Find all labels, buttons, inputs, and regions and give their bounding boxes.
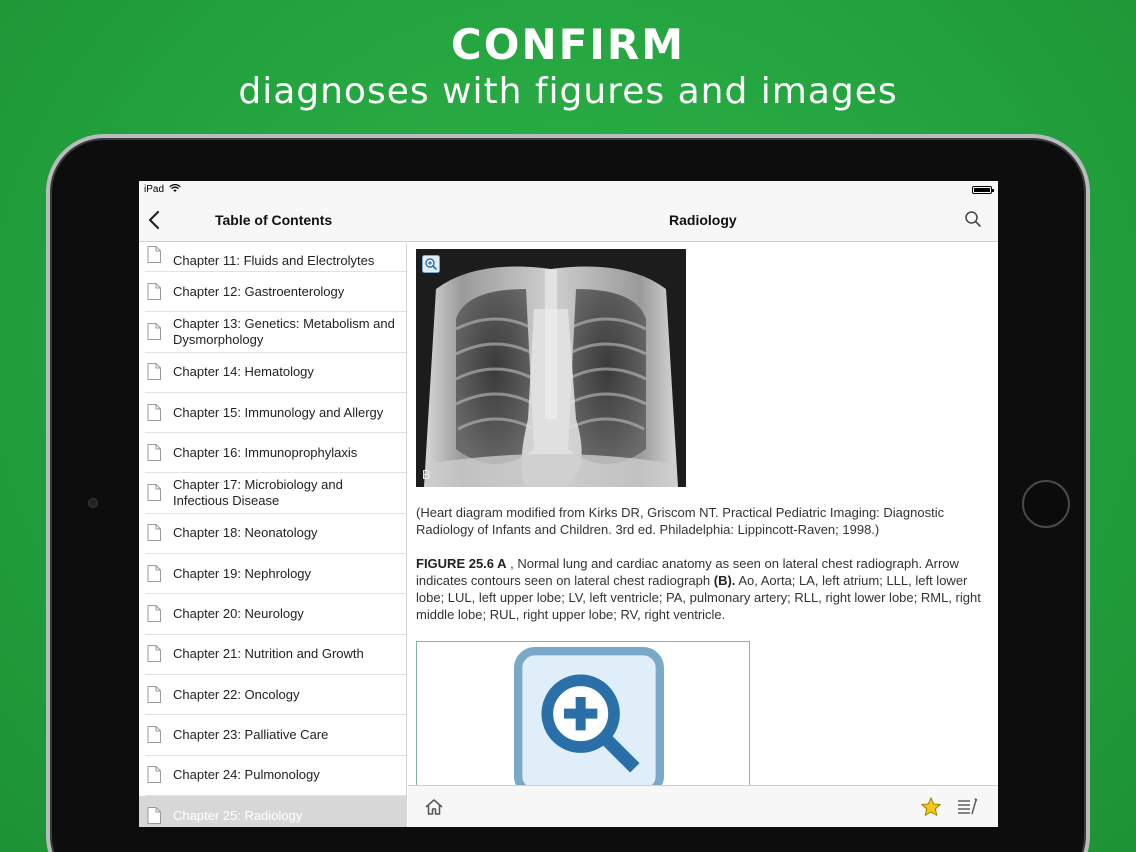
page-title: Radiology (669, 212, 737, 228)
toc-item[interactable]: Chapter 25: Radiology (139, 795, 406, 827)
figure-description: FIGURE 25.6 A , Normal lung and cardiac … (416, 555, 988, 623)
nav-bar: Table of Contents Radiology (139, 199, 998, 242)
home-icon[interactable] (424, 797, 444, 817)
toc-item[interactable]: Chapter 20: Neurology (145, 594, 406, 635)
toc-item[interactable]: Chapter 21: Nutrition and Growth (145, 635, 406, 675)
carrier-label: iPad (144, 184, 165, 195)
app-screen: iPad Table of Contents Radiology Chapter… (139, 181, 998, 827)
chevron-left-icon[interactable] (147, 208, 163, 232)
toc-item[interactable]: Chapter 14: Hematology (145, 353, 406, 393)
toc-item[interactable]: Chapter 19: Nephrology (145, 554, 406, 595)
document-icon (147, 322, 161, 340)
toc-item-label: Chapter 21: Nutrition and Growth (173, 646, 364, 662)
toc-item[interactable]: Chapter 17: Microbiology and Infectious … (145, 473, 406, 514)
document-icon (147, 645, 161, 663)
toc-item-label: Chapter 25: Radiology (173, 808, 303, 823)
document-icon (147, 605, 161, 623)
toc-item-label: Chapter 14: Hematology (173, 364, 314, 380)
figure-label: FIGURE 25.6 A (416, 556, 507, 571)
document-icon (147, 484, 161, 502)
toc-item-label: Chapter 22: Oncology (173, 686, 300, 702)
document-icon (147, 524, 161, 542)
toc-item[interactable]: Chapter 18: Neonatology (145, 514, 406, 555)
heart-diagram[interactable]: Ao PA RV LA LV (416, 641, 750, 785)
zoom-in-icon[interactable] (422, 255, 440, 273)
toc-item-label: Chapter 20: Neurology (173, 606, 304, 622)
toc-item[interactable]: Chapter 16: Immunoprophylaxis (145, 433, 406, 474)
battery-icon (972, 186, 994, 194)
toc-item[interactable]: Chapter 22: Oncology (145, 675, 406, 716)
list-icon[interactable] (956, 797, 978, 817)
home-hardware-button[interactable] (1022, 480, 1070, 528)
wifi-icon (169, 183, 181, 196)
document-icon (147, 807, 161, 824)
toc-item[interactable]: Chapter 15: Immunology and Allergy (145, 393, 406, 434)
toc-item[interactable]: Chapter 11: Fluids and Electrolytes (145, 243, 406, 272)
document-icon (147, 564, 161, 582)
document-icon (147, 443, 161, 461)
promo-subtitle: diagnoses with figures and images (238, 71, 898, 112)
toc-item-label: Chapter 15: Immunology and Allergy (173, 404, 384, 420)
toc-sidebar: Chapter 11: Fluids and Electrolytes Chapt… (139, 243, 407, 827)
toc-item-label: Chapter 19: Nephrology (173, 565, 312, 581)
toc-item-label: Chapter 23: Palliative Care (173, 726, 329, 742)
figure-caption: (Heart diagram modified from Kirks DR, G… (416, 505, 945, 537)
toc-item-label: Chapter 11: Fluids and Electrolytes (173, 253, 375, 268)
document-icon (147, 282, 161, 300)
bottom-toolbar (408, 785, 998, 827)
toc-item[interactable]: Chapter 12: Gastroenterology (145, 272, 406, 313)
document-icon (147, 685, 161, 703)
toc-item-label: Chapter 24: Pulmonology (173, 767, 320, 783)
figure-bold-b: (B). (713, 573, 736, 588)
document-icon (147, 725, 161, 743)
image-label: B (422, 467, 431, 482)
zoom-in-icon[interactable] (422, 647, 664, 785)
toc-title: Table of Contents (215, 212, 333, 228)
toc-item-label: Chapter 18: Neonatology (173, 525, 318, 541)
search-icon[interactable] (964, 210, 982, 228)
toc-item-label: Chapter 12: Gastroenterology (173, 283, 345, 299)
star-icon[interactable] (920, 796, 942, 818)
document-icon (147, 766, 161, 784)
document-icon (147, 363, 161, 381)
toc-item[interactable]: Chapter 24: Pulmonology (145, 756, 406, 796)
status-bar: iPad (139, 181, 998, 199)
promo-headline: CONFIRM diagnoses with figures and image… (0, 18, 1136, 112)
toc-item[interactable]: Chapter 23: Palliative Care (145, 715, 406, 756)
promo-title: CONFIRM (450, 20, 686, 69)
camera (88, 498, 98, 508)
toc-item[interactable]: Chapter 13: Genetics: Metabolism and Dys… (145, 312, 406, 353)
xray-image[interactable]: B (416, 249, 686, 487)
toc-item-label: Chapter 16: Immunoprophylaxis (173, 444, 358, 460)
document-icon (147, 403, 161, 421)
toc-item-label: Chapter 13: Genetics: Metabolism and Dys… (173, 315, 395, 347)
toc-item-label: Chapter 17: Microbiology and Infectious … (173, 477, 343, 509)
content-pane: B (Heart diagram modified from Kirks DR,… (408, 243, 998, 785)
document-icon (147, 246, 161, 263)
